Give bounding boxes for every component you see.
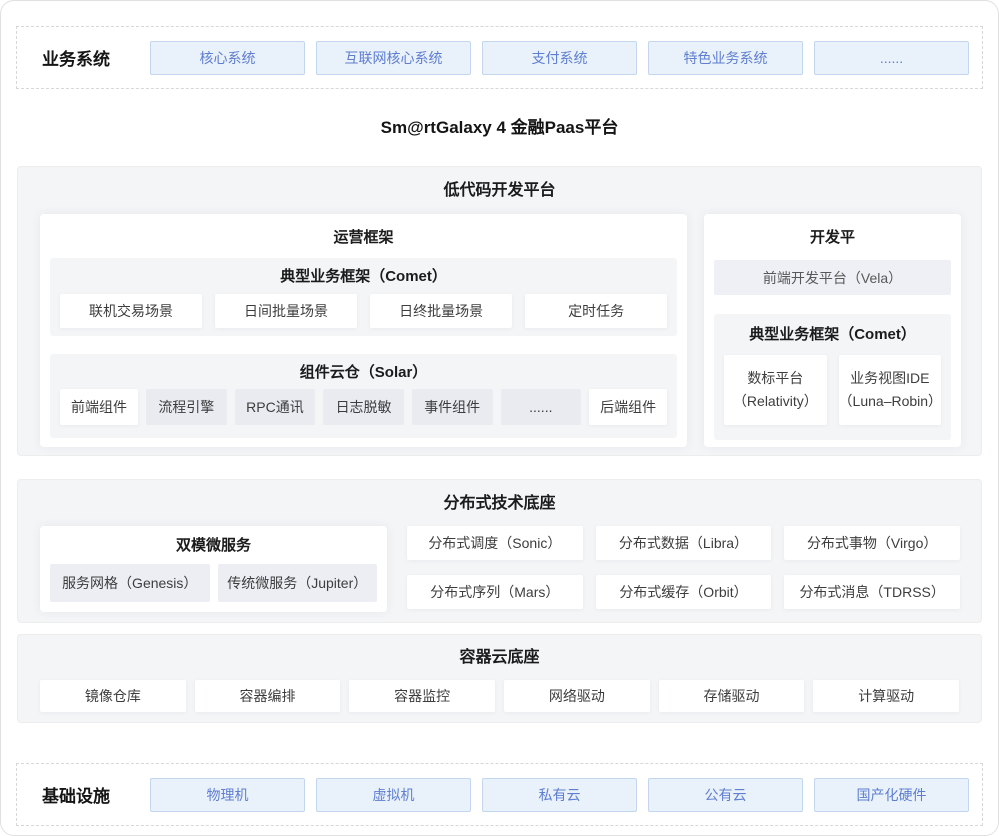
distributed-body: 双模微服务 服务网格（Genesis） 传统微服务（Jupiter） 分布式调度… — [18, 515, 981, 612]
solar-component-buttons: 前端组件 流程引擎 RPC通讯 日志脱敏 事件组件 ...... 后端组件 — [60, 389, 667, 425]
comet-framework-buttons: 联机交易场景 日间批量场景 日终批量场景 定时任务 — [60, 294, 667, 328]
infra-physical-machine[interactable]: 物理机 — [150, 778, 305, 812]
low-code-body: 运营框架 典型业务框架（Comet） 联机交易场景 日间批量场景 日终批量场景 … — [18, 202, 981, 447]
distributed-base-title: 分布式技术底座 — [18, 480, 981, 515]
storage-driver[interactable]: 存储驱动 — [659, 680, 805, 712]
luna-robin-ide-button[interactable]: 业务视图IDE （Luna–Robin） — [839, 355, 941, 425]
dual-mode-buttons: 服务网格（Genesis） 传统微服务（Jupiter） — [40, 564, 387, 602]
dev-comet-framework-box: 典型业务框架（Comet） 数标平台 （Relativity） 业务视图IDE … — [714, 314, 951, 440]
component-more[interactable]: ...... — [501, 389, 582, 425]
frontend-dev-platform-vela[interactable]: 前端开发平台（Vela） — [714, 260, 951, 295]
distributed-sequence-mars[interactable]: 分布式序列（Mars） — [407, 575, 583, 609]
distributed-cache-orbit[interactable]: 分布式缓存（Orbit） — [596, 575, 772, 609]
distributed-data-libra[interactable]: 分布式数据（Libra） — [596, 526, 772, 560]
relativity-name: 数标平台 — [747, 367, 803, 390]
low-code-platform-title: 低代码开发平台 — [18, 167, 981, 202]
distributed-transaction-virgo[interactable]: 分布式事物（Virgo） — [784, 526, 960, 560]
traditional-microservice-jupiter[interactable]: 传统微服务（Jupiter） — [218, 564, 378, 602]
container-base-buttons: 镜像仓库 容器编排 容器监控 网络驱动 存储驱动 计算驱动 — [18, 669, 981, 712]
container-monitoring[interactable]: 容器监控 — [349, 680, 495, 712]
component-rpc[interactable]: RPC通讯 — [235, 389, 316, 425]
dev-platform-card: 开发平 前端开发平台（Vela） 典型业务框架（Comet） 数标平台 （Rel… — [704, 214, 961, 447]
dev-platform-title: 开发平 — [714, 214, 951, 249]
distributed-scheduler-sonic[interactable]: 分布式调度（Sonic） — [407, 526, 583, 560]
dual-mode-title: 双模微服务 — [40, 526, 387, 556]
component-backend[interactable]: 后端组件 — [589, 389, 667, 425]
business-system-core[interactable]: 核心系统 — [150, 41, 305, 75]
scene-endofday-batch[interactable]: 日终批量场景 — [370, 294, 512, 328]
business-system-special[interactable]: 特色业务系统 — [648, 41, 803, 75]
service-mesh-genesis[interactable]: 服务网格（Genesis） — [50, 564, 210, 602]
infrastructure-row: 基础设施 物理机 虚拟机 私有云 公有云 国产化硬件 — [16, 763, 983, 826]
network-driver[interactable]: 网络驱动 — [504, 680, 650, 712]
infra-virtual-machine[interactable]: 虚拟机 — [316, 778, 471, 812]
container-orchestration[interactable]: 容器编排 — [195, 680, 341, 712]
relativity-code: （Relativity） — [733, 390, 818, 413]
dual-mode-microservice-card: 双模微服务 服务网格（Genesis） 传统微服务（Jupiter） — [40, 526, 387, 612]
business-system-payment[interactable]: 支付系统 — [482, 41, 637, 75]
platform-title: Sm@rtGalaxy 4 金融Paas平台 — [1, 117, 998, 139]
compute-driver[interactable]: 计算驱动 — [813, 680, 959, 712]
infrastructure-buttons: 物理机 虚拟机 私有云 公有云 国产化硬件 — [150, 778, 969, 812]
business-systems-buttons: 核心系统 互联网核心系统 支付系统 特色业务系统 ...... — [150, 41, 969, 75]
component-log-masking[interactable]: 日志脱敏 — [323, 389, 404, 425]
distributed-services-grid: 分布式调度（Sonic） 分布式数据（Libra） 分布式事物（Virgo） 分… — [407, 526, 960, 612]
comet-framework-box: 典型业务框架（Comet） 联机交易场景 日间批量场景 日终批量场景 定时任务 — [50, 258, 677, 336]
container-base-title: 容器云底座 — [18, 635, 981, 669]
business-system-internet-core[interactable]: 互联网核心系统 — [316, 41, 471, 75]
low-code-platform-section: 低代码开发平台 运营框架 典型业务框架（Comet） 联机交易场景 日间批量场景… — [17, 166, 982, 456]
scene-scheduled-task[interactable]: 定时任务 — [525, 294, 667, 328]
business-system-more[interactable]: ...... — [814, 41, 969, 75]
comet-framework-title: 典型业务框架（Comet） — [60, 266, 667, 288]
business-systems-row: 业务系统 核心系统 互联网核心系统 支付系统 特色业务系统 ...... — [16, 26, 983, 89]
scene-daytime-batch[interactable]: 日间批量场景 — [215, 294, 357, 328]
dev-comet-framework-title: 典型业务框架（Comet） — [724, 324, 941, 346]
operation-framework-card: 运营框架 典型业务框架（Comet） 联机交易场景 日间批量场景 日终批量场景 … — [40, 214, 687, 447]
scene-online-transaction[interactable]: 联机交易场景 — [60, 294, 202, 328]
infra-domestic-hardware[interactable]: 国产化硬件 — [814, 778, 969, 812]
operation-framework-title: 运营框架 — [50, 214, 677, 249]
relativity-platform-button[interactable]: 数标平台 （Relativity） — [724, 355, 826, 425]
luna-robin-code: （Luna–Robin） — [839, 390, 941, 413]
component-frontend[interactable]: 前端组件 — [60, 389, 138, 425]
business-systems-label: 业务系统 — [42, 45, 120, 70]
component-event[interactable]: 事件组件 — [412, 389, 493, 425]
solar-component-title: 组件云仓（Solar） — [60, 362, 667, 384]
luna-robin-name: 业务视图IDE — [850, 367, 929, 390]
dev-comet-buttons: 数标平台 （Relativity） 业务视图IDE （Luna–Robin） — [724, 355, 941, 425]
image-registry[interactable]: 镜像仓库 — [40, 680, 186, 712]
architecture-diagram-page: 业务系统 核心系统 互联网核心系统 支付系统 特色业务系统 ...... Sm@… — [0, 0, 999, 836]
component-process-engine[interactable]: 流程引擎 — [146, 389, 227, 425]
container-base-section: 容器云底座 镜像仓库 容器编排 容器监控 网络驱动 存储驱动 计算驱动 — [17, 634, 982, 723]
distributed-message-tdrss[interactable]: 分布式消息（TDRSS） — [784, 575, 960, 609]
infra-public-cloud[interactable]: 公有云 — [648, 778, 803, 812]
infrastructure-label: 基础设施 — [42, 782, 120, 807]
solar-component-box: 组件云仓（Solar） 前端组件 流程引擎 RPC通讯 日志脱敏 事件组件 ..… — [50, 354, 677, 438]
distributed-base-section: 分布式技术底座 双模微服务 服务网格（Genesis） 传统微服务（Jupite… — [17, 479, 982, 623]
infra-private-cloud[interactable]: 私有云 — [482, 778, 637, 812]
